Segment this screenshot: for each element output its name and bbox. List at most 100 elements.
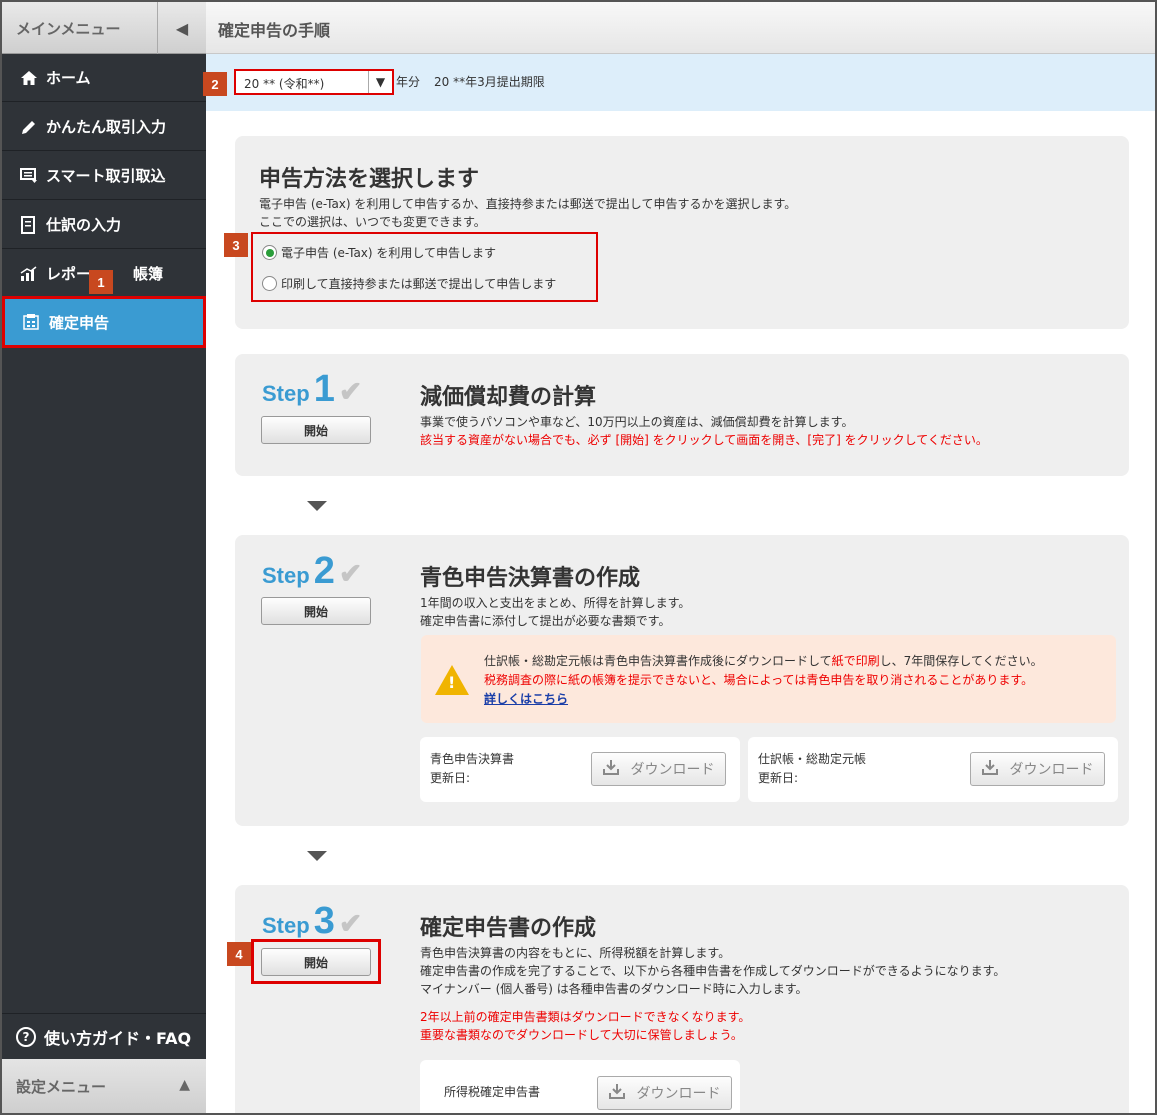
- pencil-icon: [18, 118, 40, 136]
- radio-etax[interactable]: 電子申告 (e-Tax) を利用して申告します: [262, 244, 496, 261]
- step-number: 2: [313, 550, 335, 592]
- step-word: Step: [262, 913, 310, 938]
- settings-menu[interactable]: 設定メニュー ▲: [2, 1059, 206, 1113]
- download-icon: [602, 759, 619, 779]
- sidebar-item-label-rest: 帳簿: [133, 265, 164, 283]
- download-card-ledger: 仕訳帳・総勘定元帳 更新日: ダウンロード: [748, 737, 1118, 802]
- step3-note-1: 2年以上前の確定申告書類はダウンロードできなくなります。: [420, 1010, 751, 1024]
- warning-text: し、7年間保存してください。: [879, 654, 1043, 668]
- year-bar: 20 ** (令和**) ▼ 年分 20 **年3月提出期限: [206, 54, 1155, 111]
- download-label: ダウンロード: [630, 762, 715, 778]
- check-icon: ✔: [338, 376, 363, 407]
- sidebar-item-home[interactable]: ホーム: [2, 54, 206, 102]
- app-frame: メインメニュー ◀ ホーム かんたん取引入力 スマート取引取込 仕訳の入力 レポ…: [0, 0, 1157, 1115]
- method-heading: 申告方法を選択します: [259, 167, 480, 192]
- method-radio-group: 電子申告 (e-Tax) を利用して申告します 印刷して直接持参または郵送で提出…: [251, 232, 598, 302]
- download-icon: [981, 759, 998, 779]
- sidebar-guide-faq[interactable]: ? 使い方ガイド・FAQ: [2, 1013, 206, 1059]
- download-button[interactable]: ダウンロード: [597, 1076, 732, 1110]
- step3-description: 青色申告決算書の内容をもとに、所得税額を計算します。: [420, 946, 731, 960]
- sidebar-item-label: かんたん取引入力: [46, 118, 167, 136]
- year-suffix: 年分: [396, 75, 421, 89]
- home-icon: [18, 70, 40, 86]
- year-select[interactable]: 20 ** (令和**) ▼: [234, 69, 394, 95]
- chart-icon: [18, 265, 40, 282]
- step2-description-2: 確定申告書に添付して提出が必要な書類です。: [420, 614, 671, 628]
- check-icon: ✔: [338, 908, 363, 939]
- sidebar-item-label: レポー: [46, 265, 92, 283]
- step1-note: 該当する資産がない場合でも、必ず [開始] をクリックして画面を開き、[完了] …: [420, 433, 988, 447]
- annotation-badge: 3: [224, 233, 248, 257]
- download-card-income-tax: 所得税確定申告書 ダウンロード: [420, 1060, 740, 1113]
- step1-start-button[interactable]: 開始: [261, 416, 371, 444]
- download-card-blue-return: 青色申告決算書 更新日: ダウンロード: [420, 737, 740, 802]
- dropdown-arrow-icon[interactable]: ▼: [368, 71, 392, 93]
- sidebar-item-smart-import[interactable]: スマート取引取込: [2, 152, 206, 200]
- radio-button-checked[interactable]: [262, 245, 277, 260]
- step3-label: Step 3 ✔: [262, 900, 362, 943]
- tax-return-icon: [21, 313, 43, 331]
- sidebar-item-easy-entry[interactable]: かんたん取引入力: [2, 103, 206, 151]
- sidebar-title: メインメニュー: [16, 20, 121, 38]
- settings-label: 設定メニュー: [16, 1077, 107, 1096]
- warning-box: ! 仕訳帳・総勘定元帳は青色申告決算書作成後にダウンロードして紙で印刷し、7年間…: [421, 635, 1116, 723]
- step3-start-button[interactable]: 開始: [261, 948, 371, 976]
- warning-line-2: 税務調査の際に紙の帳簿を提示できないと、場合によっては青色申告を取り消されること…: [484, 673, 1034, 687]
- sidebar-item-journal[interactable]: 仕訳の入力: [2, 201, 206, 249]
- sidebar-item-tax-return[interactable]: 確定申告: [2, 296, 206, 348]
- filing-deadline: 20 **年3月提出期限: [434, 75, 545, 89]
- step2-label: Step 2 ✔: [262, 550, 362, 593]
- download-button[interactable]: ダウンロード: [591, 752, 726, 786]
- radio-etax-label: 電子申告 (e-Tax) を利用して申告します: [281, 246, 497, 260]
- card-updated: 更新日:: [430, 771, 471, 785]
- warning-line-1: 仕訳帳・総勘定元帳は青色申告決算書作成後にダウンロードして紙で印刷し、7年間保存…: [484, 652, 1043, 670]
- step1-description: 事業で使うパソコンや車など、10万円以上の資産は、減価償却費を計算します。: [420, 415, 854, 429]
- step3-heading: 確定申告書の作成: [420, 916, 597, 941]
- step-number: 3: [313, 900, 335, 942]
- page-title: 確定申告の手順: [218, 21, 331, 40]
- card-title: 青色申告決算書: [430, 752, 515, 766]
- down-arrow-icon: [307, 851, 327, 861]
- sidebar-item-label: ホーム: [46, 69, 91, 87]
- warning-exclamation: !: [448, 673, 456, 692]
- warning-emphasis: 紙で印刷: [831, 654, 880, 668]
- down-arrow-icon: [307, 501, 327, 511]
- check-icon: ✔: [338, 558, 363, 589]
- journal-icon: [18, 215, 40, 234]
- guide-label: 使い方ガイド・FAQ: [44, 1028, 192, 1048]
- sidebar: メインメニュー ◀ ホーム かんたん取引入力 スマート取引取込 仕訳の入力 レポ…: [2, 2, 206, 1113]
- radio-print-label: 印刷して直接持参または郵送で提出して申告します: [281, 277, 557, 291]
- method-description: 電子申告 (e-Tax) を利用して申告するか、直接持参または郵送で提出して申告…: [259, 197, 797, 211]
- sidebar-item-label: 仕訳の入力: [46, 216, 122, 234]
- card-updated: 更新日:: [758, 771, 799, 785]
- step-word: Step: [262, 381, 310, 406]
- step1-heading: 減価償却費の計算: [420, 385, 597, 410]
- annotation-badge: 2: [203, 72, 227, 96]
- download-icon: [608, 1083, 625, 1103]
- annotation-badge: 1: [89, 270, 113, 294]
- collapse-icon[interactable]: ◀: [157, 2, 206, 54]
- step3-description-2: 確定申告書の作成を完了することで、以下から各種申告書を作成してダウンロードができ…: [420, 964, 1006, 978]
- radio-button[interactable]: [262, 276, 277, 291]
- step2-start-button[interactable]: 開始: [261, 597, 371, 625]
- card-title: 所得税確定申告書: [444, 1085, 541, 1099]
- year-select-value: 20 ** (令和**): [244, 77, 325, 91]
- import-icon: [18, 167, 40, 184]
- method-note: ここでの選択は、いつでも変更できます。: [259, 215, 486, 229]
- download-label: ダウンロード: [636, 1086, 721, 1102]
- download-button[interactable]: ダウンロード: [970, 752, 1105, 786]
- sidebar-header: メインメニュー ◀: [2, 2, 206, 54]
- radio-print[interactable]: 印刷して直接持参または郵送で提出して申告します: [262, 275, 556, 292]
- download-label: ダウンロード: [1009, 762, 1094, 778]
- card-title: 仕訳帳・総勘定元帳: [758, 752, 867, 766]
- warning-text: 仕訳帳・総勘定元帳は青色申告決算書作成後にダウンロードして: [484, 654, 832, 668]
- details-link[interactable]: 詳しくはこちら: [484, 690, 568, 708]
- sidebar-item-label: スマート取引取込: [46, 167, 166, 185]
- step1-label: Step 1 ✔: [262, 368, 362, 411]
- annotation-badge: 4: [227, 942, 251, 966]
- chevron-up-icon: ▲: [179, 1077, 190, 1093]
- step-word: Step: [262, 563, 310, 588]
- sidebar-item-label: 確定申告: [49, 313, 110, 332]
- step-number: 1: [313, 368, 335, 410]
- step2-heading: 青色申告決算書の作成: [420, 566, 641, 591]
